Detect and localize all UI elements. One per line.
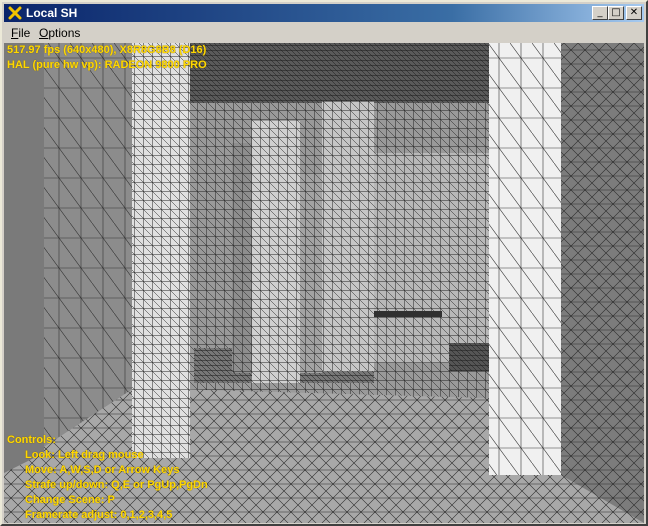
controls-item-framerate: Framerate adjust: 0,1,2,3,4,5 [25, 509, 173, 521]
device-line: HAL (pure hw vp): RADEON 9800 PRO [7, 59, 207, 71]
close-icon: ✕ [629, 7, 639, 18]
maximize-icon: □ [611, 7, 621, 18]
minimize-button[interactable]: _ [592, 6, 608, 20]
window-title: Local SH [26, 6, 78, 20]
x-logo-icon [8, 6, 22, 20]
controls-item-strafe: Strafe up/down: Q,E or PgUp,PgDn [25, 479, 208, 491]
maximize-button[interactable]: □ [608, 6, 624, 20]
close-button[interactable]: ✕ [626, 6, 642, 20]
minimize-icon: _ [597, 7, 603, 18]
menu-bar: File Options [4, 24, 644, 42]
menu-file[interactable]: File [11, 24, 30, 42]
app-window: Local SH _ □ ✕ File Options 517.97 fps (… [0, 0, 648, 526]
render-viewport[interactable]: 517.97 fps (640x480), X8R8G8B8 (D16) HAL… [4, 43, 644, 523]
menu-options[interactable]: Options [39, 24, 80, 42]
controls-item-look: Look: Left drag mouse [25, 449, 144, 461]
stats-line: 517.97 fps (640x480), X8R8G8B8 (D16) [7, 44, 207, 56]
controls-item-move: Move: A,W,S,D or Arrow Keys [25, 464, 180, 476]
controls-heading: Controls: [7, 434, 56, 446]
controls-item-scene: Change Scene: P [25, 494, 115, 506]
title-bar[interactable]: Local SH _ □ ✕ [4, 4, 644, 22]
